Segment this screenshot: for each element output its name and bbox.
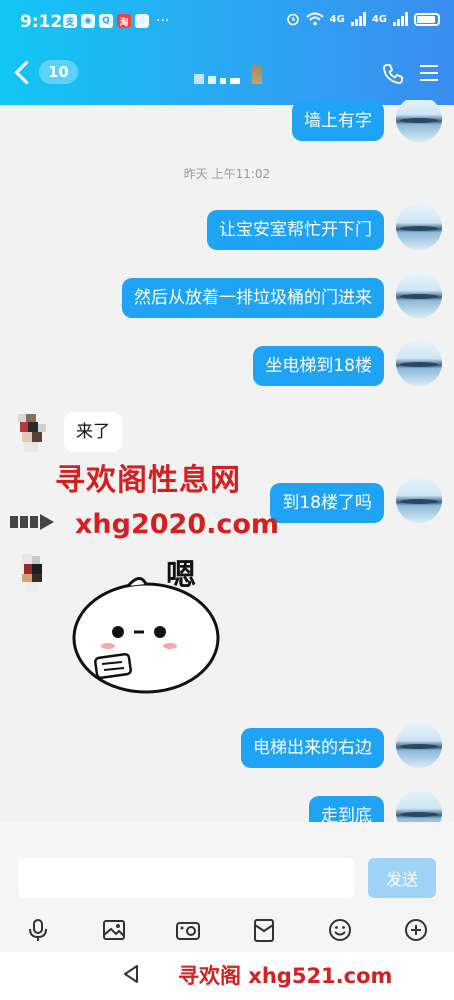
arrow-decoration-icon <box>10 514 54 530</box>
message-list[interactable]: 墙上有字 昨天 上午11:02 让宝安室帮忙开下门 然后从放着一排垃圾桶的门进来… <box>0 100 454 822</box>
battery-icon <box>414 12 440 26</box>
message-bubble-in[interactable]: 来了 <box>64 412 122 452</box>
message-timestamp: 昨天 上午11:02 <box>183 167 271 181</box>
chat-app-icon: ◉ <box>81 14 95 28</box>
sticker-image[interactable]: 嗯 <box>68 558 220 696</box>
menu-button[interactable] <box>420 65 438 86</box>
message-bubble-out[interactable]: 到18楼了吗 <box>270 483 384 523</box>
message-input[interactable] <box>18 858 354 898</box>
microphone-icon <box>29 919 47 941</box>
watermark-url: xhg2020.com <box>75 509 280 540</box>
self-avatar[interactable] <box>396 100 442 142</box>
red-packet-button[interactable] <box>244 910 284 950</box>
watermark-footer: 寻欢阁 xhg521.com <box>178 964 393 988</box>
image-icon <box>103 920 125 940</box>
self-avatar[interactable] <box>396 340 442 386</box>
phone-call-button[interactable] <box>382 63 404 89</box>
self-avatar[interactable] <box>396 477 442 523</box>
photo-button[interactable] <box>94 910 134 950</box>
self-avatar[interactable] <box>396 722 442 768</box>
message-bubble-out[interactable]: 墙上有字 <box>292 101 384 141</box>
triangle-back-icon <box>124 965 138 983</box>
emoji-icon <box>329 919 351 941</box>
message-bubble-out[interactable]: 电梯出来的右边 <box>241 728 384 768</box>
system-back-button[interactable] <box>122 964 140 988</box>
more-notifications-icon: ··· <box>156 13 170 29</box>
status-bar: 9:12 支 ◉ Q 淘 ♢ ··· 4G 4G <box>0 0 454 44</box>
red-packet-icon <box>254 919 274 942</box>
composer: 发送 寻欢阁 xhg521.com <box>0 822 454 1000</box>
watermark-text: 寻欢阁性息网 <box>55 463 241 498</box>
contact-avatar[interactable] <box>10 550 56 596</box>
emoji-button[interactable] <box>320 910 360 950</box>
more-button[interactable] <box>396 910 436 950</box>
self-avatar[interactable] <box>396 272 442 318</box>
taobao-icon: 淘 <box>117 14 131 28</box>
signal-1-icon <box>350 12 366 26</box>
plus-icon <box>405 919 427 941</box>
nav-bar: 10 <box>0 50 454 100</box>
back-button[interactable]: 10 <box>12 59 78 85</box>
chat-header: 9:12 支 ◉ Q 淘 ♢ ··· 4G 4G 10 <box>0 0 454 105</box>
alipay-icon: 支 <box>63 14 77 28</box>
phone-icon <box>383 64 403 84</box>
camera-button[interactable] <box>168 910 208 950</box>
contact-name-pixelated <box>194 66 262 84</box>
system-status: 4G 4G <box>286 12 440 26</box>
back-icon <box>14 59 39 85</box>
alarm-icon <box>286 13 299 26</box>
network-type-2: 4G <box>371 13 387 25</box>
system-navigation-bar: 寻欢阁 xhg521.com <box>0 952 454 1000</box>
camera-icon <box>176 922 200 940</box>
shield-icon: ♢ <box>135 14 149 28</box>
send-button[interactable]: 发送 <box>368 858 436 898</box>
message-bubble-out[interactable]: 坐电梯到18楼 <box>253 346 384 386</box>
voice-button[interactable] <box>18 910 58 950</box>
signal-2-icon <box>393 12 408 26</box>
status-time: 9:12 <box>20 12 63 32</box>
wifi-icon <box>305 12 324 26</box>
composer-toolbar <box>0 910 454 950</box>
qq-icon: Q <box>99 14 113 28</box>
contact-avatar[interactable] <box>10 410 56 456</box>
menu-icon <box>420 65 438 67</box>
unread-count-badge: 10 <box>39 60 78 84</box>
self-avatar[interactable] <box>396 204 442 250</box>
message-bubble-out[interactable]: 走到底 <box>309 796 384 822</box>
message-bubble-out[interactable]: 然后从放着一排垃圾桶的门进来 <box>122 278 384 318</box>
sticker-caption: 嗯 <box>166 558 196 593</box>
status-app-icons: 支 ◉ Q 淘 ♢ ··· <box>63 14 169 28</box>
self-avatar[interactable] <box>396 790 442 822</box>
message-bubble-out[interactable]: 让宝安室帮忙开下门 <box>207 210 384 250</box>
network-type-1: 4G <box>329 13 345 25</box>
